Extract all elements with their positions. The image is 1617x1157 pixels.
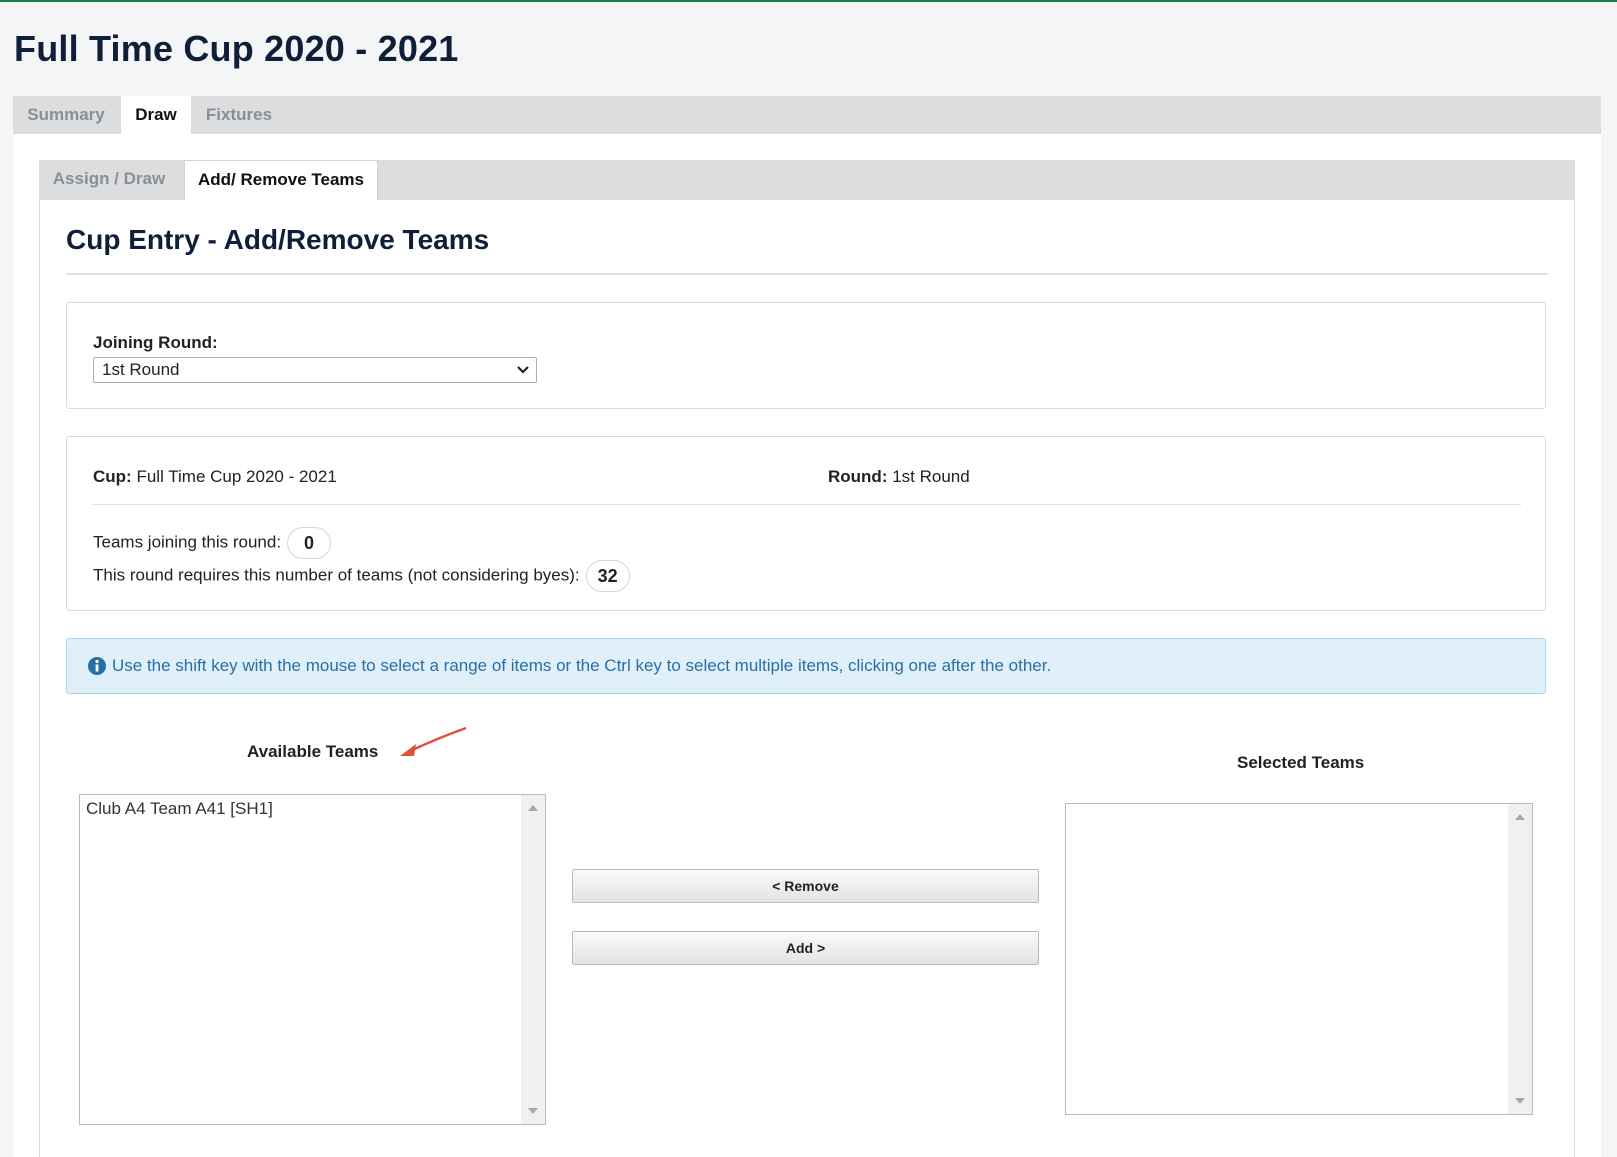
- section-title: Cup Entry - Add/Remove Teams: [66, 224, 490, 255]
- available-teams-list[interactable]: Club A4 Team A41 [SH1]: [79, 794, 546, 1125]
- available-scrollbar[interactable]: [521, 795, 545, 1124]
- teams-joining-row: Teams joining this round: 0: [93, 527, 332, 559]
- scroll-down-icon[interactable]: [1515, 1098, 1525, 1104]
- joining-round-value: 1st Round: [102, 360, 180, 379]
- info-icon: [88, 657, 106, 675]
- subtab-assign-draw[interactable]: Assign / Draw: [39, 160, 179, 200]
- round-info: Round: 1st Round: [828, 467, 970, 487]
- cup-info-panel: Cup: Full Time Cup 2020 - 2021 Round: 1s…: [66, 436, 1546, 611]
- round-value: 1st Round: [892, 467, 970, 486]
- joining-round-panel: Joining Round: 1st Round: [66, 302, 1546, 409]
- info-divider: [93, 504, 1521, 505]
- required-teams-label: This round requires this number of teams…: [93, 565, 580, 585]
- available-teams-heading: Available Teams: [247, 742, 379, 761]
- tab-draw[interactable]: Draw: [121, 96, 191, 134]
- remove-button[interactable]: < Remove: [572, 869, 1039, 903]
- required-teams-count: 32: [585, 560, 630, 592]
- list-item[interactable]: Club A4 Team A41 [SH1]: [86, 799, 273, 819]
- tab-summary[interactable]: Summary: [13, 96, 119, 134]
- add-button[interactable]: Add >: [572, 931, 1039, 965]
- scroll-down-icon[interactable]: [528, 1108, 538, 1114]
- sub-tabbar: Assign / Draw Add/ Remove Teams: [39, 160, 1575, 201]
- annotation-arrow-icon: [400, 726, 467, 756]
- chevron-down-icon: [517, 366, 529, 374]
- teams-joining-label: Teams joining this round:: [93, 532, 282, 552]
- tab-fixtures[interactable]: Fixtures: [193, 96, 285, 134]
- main-tabbar: Summary Draw Fixtures: [13, 96, 1601, 134]
- selected-teams-list[interactable]: [1065, 803, 1533, 1115]
- selected-teams-heading: Selected Teams: [1237, 753, 1365, 772]
- scroll-up-icon[interactable]: [528, 805, 538, 811]
- subtab-add-remove-teams[interactable]: Add/ Remove Teams: [184, 160, 378, 201]
- round-label: Round:: [828, 467, 888, 486]
- teams-joining-count: 0: [287, 527, 332, 559]
- joining-round-select[interactable]: 1st Round: [93, 357, 537, 383]
- cup-value: Full Time Cup 2020 - 2021: [136, 467, 337, 486]
- cup-label: Cup:: [93, 467, 132, 486]
- info-alert: Use the shift key with the mouse to sele…: [66, 638, 1546, 694]
- page-title: Full Time Cup 2020 - 2021: [14, 28, 459, 69]
- required-teams-row: This round requires this number of teams…: [93, 560, 630, 592]
- joining-round-label: Joining Round:: [93, 333, 218, 352]
- title-divider: [66, 273, 1548, 275]
- selected-scrollbar[interactable]: [1508, 804, 1532, 1114]
- cup-info: Cup: Full Time Cup 2020 - 2021: [93, 467, 337, 487]
- info-alert-text: Use the shift key with the mouse to sele…: [112, 656, 1052, 675]
- scroll-up-icon[interactable]: [1515, 814, 1525, 820]
